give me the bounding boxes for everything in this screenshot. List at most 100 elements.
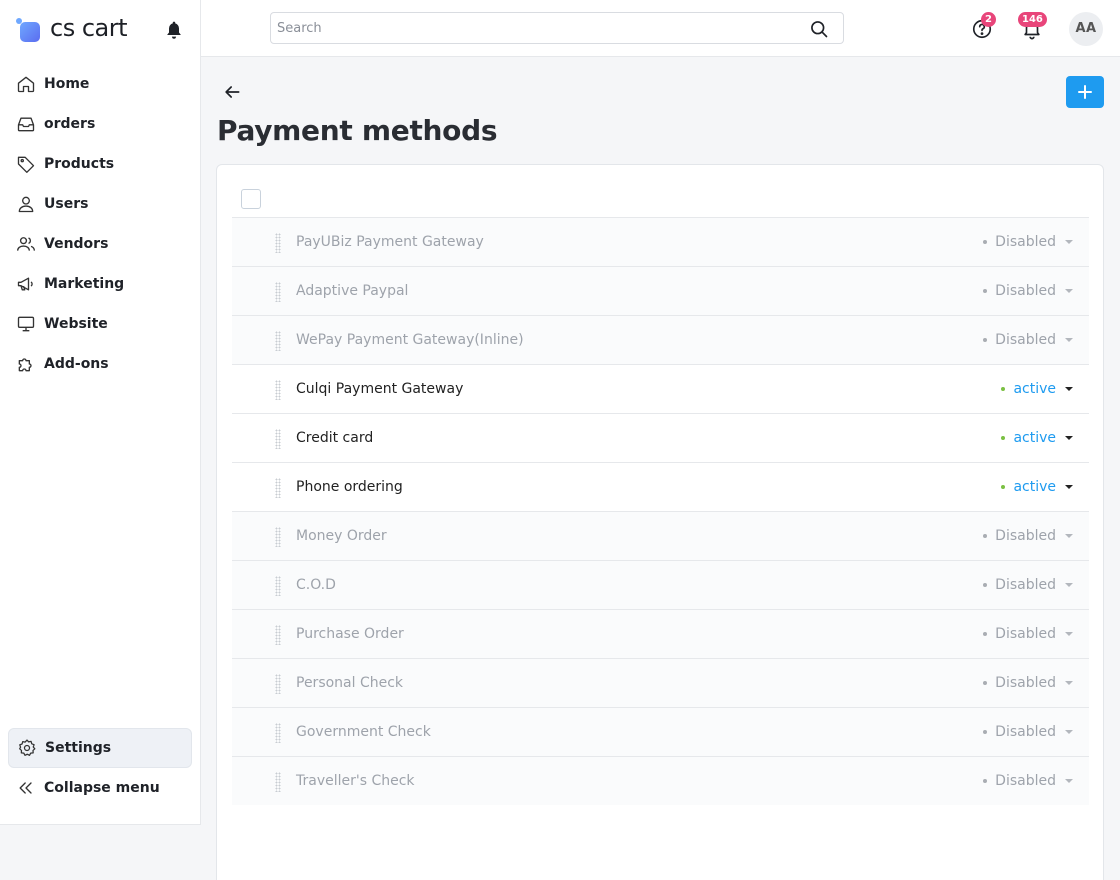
payment-method-name[interactable]: Culqi Payment Gateway xyxy=(296,381,463,397)
payment-method-name[interactable]: C.O.D xyxy=(296,577,336,593)
sidebar-item-label: Website xyxy=(44,316,108,332)
sidebar-item-orders[interactable]: orders xyxy=(8,104,192,144)
status-dot-icon xyxy=(983,632,988,636)
gear-icon xyxy=(19,739,36,756)
search-input[interactable] xyxy=(271,13,791,43)
users-icon xyxy=(17,237,35,251)
drag-handle-icon[interactable] xyxy=(275,380,281,400)
table-row[interactable]: Traveller's Check Disabled xyxy=(232,756,1089,805)
avatar[interactable]: AA xyxy=(1069,12,1103,46)
table-row[interactable]: Money Order Disabled xyxy=(232,511,1089,560)
sidebar-item-label: Add-ons xyxy=(44,356,109,372)
drag-handle-icon[interactable] xyxy=(275,625,281,645)
search-box xyxy=(270,12,844,44)
top-header: 2 146 AA xyxy=(201,0,1120,57)
drag-handle-icon[interactable] xyxy=(275,331,281,351)
sidebar-item-label: orders xyxy=(44,116,96,132)
drag-handle-icon[interactable] xyxy=(275,576,281,596)
status-label: Disabled xyxy=(995,724,1056,740)
table-row[interactable]: Purchase Order Disabled xyxy=(232,609,1089,658)
sidebar-item-addons[interactable]: Add-ons xyxy=(8,344,192,384)
drag-handle-icon[interactable] xyxy=(275,527,281,547)
sidebar: cs cart Home orders Products Users Vendo… xyxy=(0,0,201,825)
add-payment-method-button[interactable] xyxy=(1066,76,1104,108)
sidebar-item-vendors[interactable]: Vendors xyxy=(8,224,192,264)
back-arrow-icon[interactable] xyxy=(222,82,242,102)
table-row[interactable]: Personal Check Disabled xyxy=(232,658,1089,707)
logo[interactable]: cs cart xyxy=(16,12,186,44)
status-dot-icon xyxy=(983,240,988,244)
table-row[interactable]: PayUBiz Payment Gateway Disabled xyxy=(232,217,1089,266)
payment-method-name[interactable]: Money Order xyxy=(296,528,387,544)
drag-handle-icon[interactable] xyxy=(275,674,281,694)
collapse-menu-button[interactable]: Collapse menu xyxy=(8,768,192,808)
sidebar-nav: Home orders Products Users Vendors Marke… xyxy=(8,64,192,384)
payment-method-name[interactable]: Personal Check xyxy=(296,675,403,691)
chevrons-left-icon xyxy=(19,782,32,794)
bell-icon[interactable] xyxy=(164,20,184,40)
table-row[interactable]: Credit card active xyxy=(232,413,1089,462)
payment-method-name[interactable]: PayUBiz Payment Gateway xyxy=(296,234,484,250)
search-icon[interactable] xyxy=(809,19,829,39)
caret-down-icon xyxy=(1065,436,1073,440)
status-dropdown[interactable]: Disabled xyxy=(983,283,1073,299)
status-dropdown[interactable]: Disabled xyxy=(983,724,1073,740)
caret-down-icon xyxy=(1065,583,1073,587)
status-label: Disabled xyxy=(995,283,1056,299)
sidebar-item-website[interactable]: Website xyxy=(8,304,192,344)
table-row[interactable]: Adaptive Paypal Disabled xyxy=(232,266,1089,315)
sidebar-item-label: Products xyxy=(44,156,115,172)
sidebar-item-settings[interactable]: Settings xyxy=(8,728,192,768)
logo-mark-icon xyxy=(16,18,40,42)
status-dropdown[interactable]: active xyxy=(1001,479,1073,495)
table-row[interactable]: C.O.D Disabled xyxy=(232,560,1089,609)
status-dropdown[interactable]: Disabled xyxy=(983,773,1073,789)
status-dropdown[interactable]: Disabled xyxy=(983,577,1073,593)
status-dot-icon xyxy=(983,583,988,587)
drag-handle-icon[interactable] xyxy=(275,282,281,302)
payment-method-name[interactable]: Traveller's Check xyxy=(296,773,415,789)
payment-method-name[interactable]: WePay Payment Gateway(Inline) xyxy=(296,332,524,348)
user-icon xyxy=(18,196,34,213)
status-label: Disabled xyxy=(995,577,1056,593)
payment-method-name[interactable]: Adaptive Paypal xyxy=(296,283,408,299)
payment-method-name[interactable]: Government Check xyxy=(296,724,431,740)
sidebar-item-label: Collapse menu xyxy=(44,780,160,796)
payment-method-name[interactable]: Phone ordering xyxy=(296,479,403,495)
table-row[interactable]: Culqi Payment Gateway active xyxy=(232,364,1089,413)
sidebar-item-users[interactable]: Users xyxy=(8,184,192,224)
sidebar-item-label: Home xyxy=(44,76,90,92)
logo-text: cs cart xyxy=(50,14,128,42)
status-dropdown[interactable]: active xyxy=(1001,430,1073,446)
select-all-checkbox[interactable] xyxy=(241,189,261,209)
status-dropdown[interactable]: Disabled xyxy=(983,626,1073,642)
status-dropdown[interactable]: Disabled xyxy=(983,332,1073,348)
sidebar-item-home[interactable]: Home xyxy=(8,64,192,104)
drag-handle-icon[interactable] xyxy=(275,233,281,253)
drag-handle-icon[interactable] xyxy=(275,429,281,449)
status-dropdown[interactable]: active xyxy=(1001,381,1073,397)
caret-down-icon xyxy=(1065,730,1073,734)
status-label: Disabled xyxy=(995,234,1056,250)
caret-down-icon xyxy=(1065,387,1073,391)
table-row[interactable]: WePay Payment Gateway(Inline) Disabled xyxy=(232,315,1089,364)
puzzle-icon xyxy=(18,358,32,372)
table-row[interactable]: Government Check Disabled xyxy=(232,707,1089,756)
sidebar-item-marketing[interactable]: Marketing xyxy=(8,264,192,304)
home-icon xyxy=(17,76,35,93)
drag-handle-icon[interactable] xyxy=(275,723,281,743)
table-row[interactable]: Phone ordering active xyxy=(232,462,1089,511)
caret-down-icon xyxy=(1065,779,1073,783)
sidebar-item-label: Settings xyxy=(45,740,112,756)
payment-method-name[interactable]: Credit card xyxy=(296,430,373,446)
sidebar-item-products[interactable]: Products xyxy=(8,144,192,184)
status-dot-icon xyxy=(983,338,988,342)
sidebar-bottom: Settings Collapse menu xyxy=(8,728,192,808)
payment-method-name[interactable]: Purchase Order xyxy=(296,626,404,642)
drag-handle-icon[interactable] xyxy=(275,478,281,498)
status-dropdown[interactable]: Disabled xyxy=(983,234,1073,250)
status-label: Disabled xyxy=(995,528,1056,544)
drag-handle-icon[interactable] xyxy=(275,772,281,792)
status-dropdown[interactable]: Disabled xyxy=(983,528,1073,544)
status-dropdown[interactable]: Disabled xyxy=(983,675,1073,691)
